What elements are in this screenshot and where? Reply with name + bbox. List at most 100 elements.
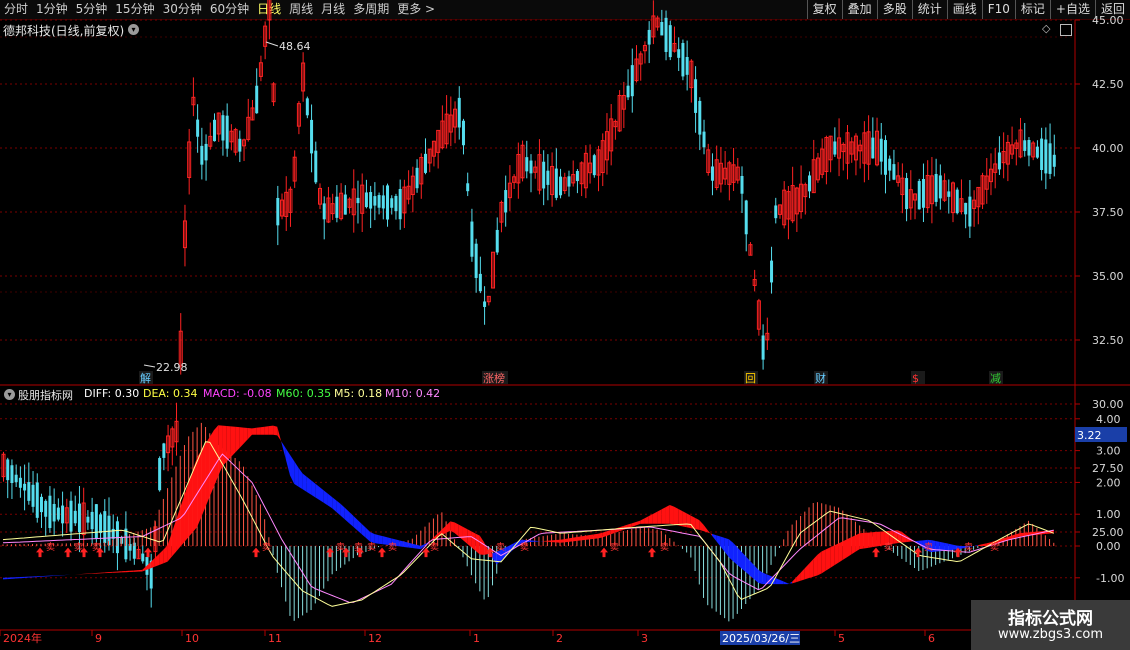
macd-ribbon	[357, 519, 362, 535]
macd-ribbon	[370, 531, 375, 544]
tab-2[interactable]: 5分钟	[72, 0, 112, 19]
candle-body	[356, 197, 360, 204]
tab-1[interactable]: 1分钟	[32, 0, 72, 19]
sell-marker: 卖	[46, 542, 55, 553]
macd-ribbon	[513, 541, 518, 550]
macd-ribbon	[1007, 535, 1012, 541]
macd-ribbon	[340, 503, 345, 520]
tool-button-0[interactable]: 复权	[806, 0, 842, 19]
tab-8[interactable]: 月线	[317, 0, 349, 19]
macd-ribbon	[720, 536, 725, 552]
event-marker: 涨榜	[483, 371, 505, 385]
tool-button-6[interactable]: 标记	[1014, 0, 1050, 19]
macd-ribbon	[551, 540, 556, 543]
chart-area[interactable]: 45.0042.5040.0037.5035.0032.5030.0027.50…	[0, 0, 1130, 650]
candle-body	[204, 143, 208, 161]
macd-ribbon	[454, 522, 459, 537]
candle-body	[1001, 150, 1006, 164]
buy-arrow	[486, 547, 494, 558]
candle-body	[491, 251, 496, 289]
event-marker: 回	[745, 372, 756, 385]
macd-ribbon	[918, 540, 923, 548]
window-toggle-icon[interactable]	[1060, 24, 1072, 36]
candle-body	[571, 174, 576, 184]
macd-ribbon	[154, 553, 160, 567]
buy-arrow	[80, 547, 88, 558]
candle-body	[115, 521, 119, 554]
candle-body	[280, 199, 285, 217]
macd-ribbon	[969, 546, 974, 548]
candle-body	[427, 148, 432, 164]
tool-button-5[interactable]: F10	[981, 0, 1015, 19]
macd-ribbon	[387, 537, 392, 546]
candle-body	[305, 98, 309, 116]
candle-body	[542, 161, 546, 189]
candle-body	[86, 516, 90, 523]
macd-ribbon	[247, 427, 252, 440]
macd-ribbon	[711, 533, 717, 541]
tool-button-4[interactable]: 画线	[946, 0, 982, 19]
tab-3[interactable]: 15分钟	[111, 0, 158, 19]
macd-ribbon	[724, 537, 729, 558]
tool-button-3[interactable]: 统计	[911, 0, 947, 19]
tab-10[interactable]: 更多 >	[393, 0, 439, 19]
candle-body	[14, 474, 18, 483]
candle-body	[322, 203, 326, 220]
candle-body	[208, 135, 213, 147]
event-marker-bg	[814, 371, 828, 384]
candle-body	[444, 113, 449, 145]
tool-button-7[interactable]: +自选	[1049, 0, 1095, 19]
macd-ribbon	[11, 577, 16, 579]
macd-ribbon	[391, 538, 396, 546]
tool-button-1[interactable]: 叠加	[841, 0, 877, 19]
macd-ribbon	[425, 541, 430, 546]
candle-body	[837, 137, 842, 159]
buy-arrow	[600, 547, 608, 558]
candle-body	[6, 459, 10, 481]
candle-body	[727, 162, 732, 185]
macd-ribbon	[289, 454, 295, 484]
macd-ribbon	[998, 538, 1004, 543]
macd-ribbon	[235, 426, 240, 453]
macd-ribbon	[564, 538, 569, 543]
diamond-icon[interactable]: ◇	[1042, 22, 1050, 35]
price-axis-label: 25.00	[1092, 526, 1124, 539]
candle-body	[1048, 143, 1052, 174]
candle-body	[964, 202, 968, 215]
macd-ribbon	[277, 426, 282, 443]
candle-body	[410, 175, 415, 196]
candle-body	[913, 193, 918, 201]
candle-body	[221, 115, 225, 141]
chevron-down-icon[interactable]: ▾	[4, 389, 15, 400]
candle-body	[588, 162, 593, 174]
macd-ribbon	[467, 529, 472, 548]
tab-9[interactable]: 多周期	[349, 0, 393, 19]
macd-ribbon	[800, 568, 805, 581]
tab-0[interactable]: 分时	[0, 0, 32, 19]
time-axis-label: 12	[368, 632, 382, 645]
macd-ribbon	[526, 540, 531, 543]
tab-5[interactable]: 60分钟	[206, 0, 253, 19]
macd-ribbon	[619, 526, 624, 532]
macd-ribbon	[484, 542, 489, 555]
sell-marker: 卖	[660, 542, 669, 553]
tab-7[interactable]: 周线	[285, 0, 317, 19]
tool-button-8[interactable]: 返回	[1094, 0, 1130, 19]
macd-ribbon	[910, 538, 915, 542]
chevron-down-icon[interactable]: ▾	[128, 24, 139, 35]
macd-ribbon	[779, 579, 784, 585]
macd-ribbon	[787, 581, 793, 585]
candle-body	[718, 162, 723, 185]
tool-button-2[interactable]: 多股	[876, 0, 912, 19]
candle-body	[153, 526, 158, 553]
candle-body	[107, 515, 111, 546]
tab-4[interactable]: 30分钟	[159, 0, 206, 19]
candle-body	[685, 57, 689, 75]
candle-body	[1044, 139, 1048, 174]
macd-ribbon	[433, 533, 438, 540]
macd-ribbon	[792, 577, 797, 584]
low-price-label: 22.98	[156, 361, 188, 374]
candle-body	[292, 156, 297, 182]
tab-6[interactable]: 日线	[253, 0, 285, 19]
macd-ribbon	[256, 427, 261, 435]
